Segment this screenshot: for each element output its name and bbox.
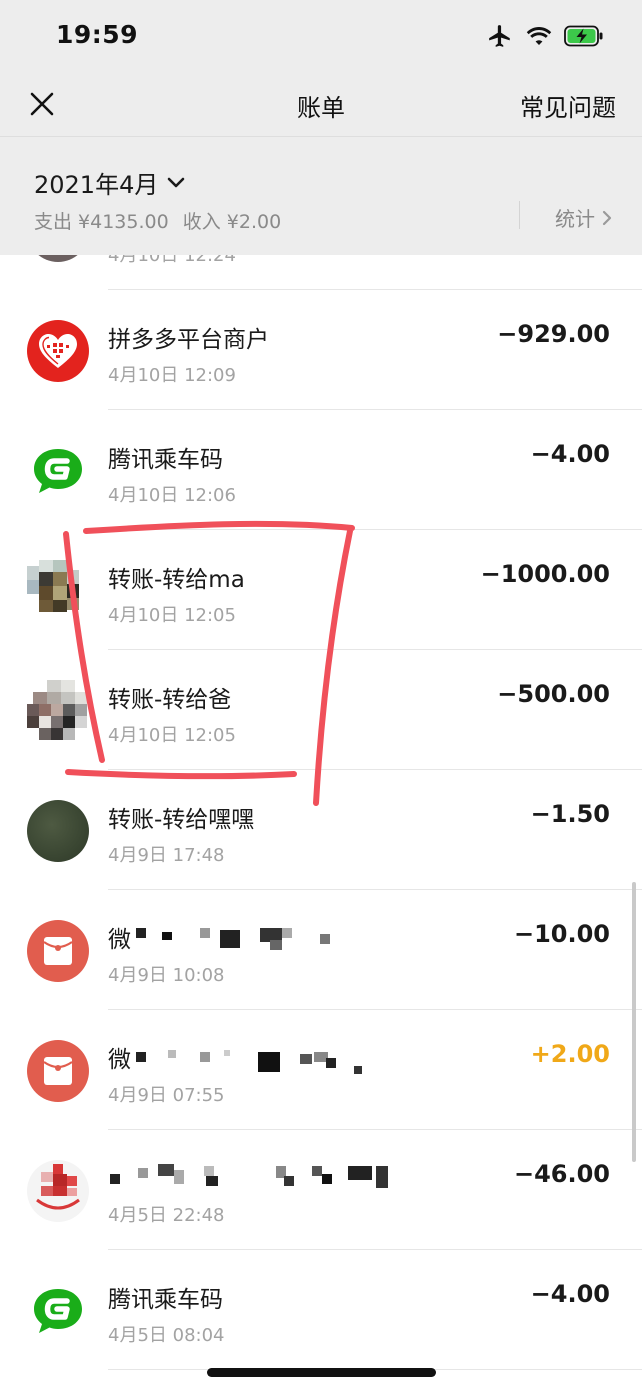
ride-code-icon [34,1289,82,1333]
transaction-row[interactable]: 微 4月9日 10:08 −10.00 [0,890,642,1010]
transaction-title: 转账-转给爸 [108,687,232,713]
expense-income-summary: 支出 ¥4135.00 收入 ¥2.00 [34,207,281,234]
transaction-row[interactable]: 转账-转给ma 4月10日 12:05 −1000.00 [0,530,642,650]
faq-button[interactable]: 常见问题 [520,88,616,123]
dark-green-avatar [27,800,89,862]
mosaic-avatar-icon [27,680,87,740]
pixelated-avatar [27,680,89,742]
scroll-indicator[interactable] [632,882,636,1162]
income-total: 收入 ¥2.00 [182,211,282,233]
transaction-list[interactable]: 4月10日 12:24 拼多多平台商户 4月10日 12:09 −929.00 … [0,170,642,1389]
transaction-amount: −4.00 [530,440,610,468]
home-indicator[interactable] [207,1368,436,1377]
transaction-amount: −500.00 [497,680,610,708]
pixelated-avatar [27,560,89,622]
envelope-icon [43,1057,73,1085]
month-selector[interactable]: 2021年4月 [34,165,186,200]
red-packet-icon [27,920,89,982]
transaction-title: 腾讯乘车码 [108,447,223,473]
close-button[interactable] [26,88,58,120]
transaction-amount: −1000.00 [480,560,610,588]
airplane-icon [489,25,510,47]
bill-summary-header: 2021年4月 支出 ¥4135.00 收入 ¥2.00 统计 [0,137,642,255]
stats-button[interactable]: 统计 [555,203,613,232]
transaction-amount: −1.50 [530,800,610,828]
bill-page: 19:59 账单 常见问题 4月10日 12:24 拼多多平台商户 4月10日 … [0,0,642,1389]
red-packet-icon [27,1040,89,1102]
expense-total: 支出 ¥4135.00 [34,211,169,233]
transaction-row[interactable]: 转账-转给嘿嘿 4月9日 17:48 −1.50 [0,770,642,890]
transaction-time: 4月10日 12:06 [108,485,236,506]
transaction-row[interactable]: 腾讯乘车码 4月5日 08:04 −4.00 [0,1250,642,1370]
transaction-amount: +2.00 [530,1040,610,1068]
nav-bar: 账单 常见问题 [0,70,642,137]
redacted-title-mosaic [128,1046,368,1080]
pixelated-logo [27,1160,89,1222]
transaction-amount: −10.00 [513,920,610,948]
transaction-time: 4月10日 12:05 [108,725,236,746]
transaction-amount: −4.00 [530,1280,610,1308]
wifi-icon [526,27,552,45]
envelope-icon [43,937,73,965]
mosaic-logo-icon [36,1164,80,1210]
transaction-title: 拼多多平台商户 [108,327,269,353]
transaction-time: 4月10日 12:09 [108,365,236,386]
transaction-row[interactable]: 腾讯乘车码 4月10日 12:06 −4.00 [0,410,642,530]
transaction-time: 4月5日 22:48 [108,1205,225,1226]
transaction-title: 转账-转给ma [108,567,245,593]
pinduoduo-logo [27,320,89,382]
heart-icon [39,334,77,368]
battery-charging-icon [564,25,603,47]
transaction-row[interactable]: 转账-转给爸 4月10日 12:05 −500.00 [0,650,642,770]
redacted-title-mosaic [128,922,348,956]
tencent-ride-code-logo [27,1280,89,1342]
transaction-title: 转账-转给嘿嘿 [108,807,255,833]
redacted-title-mosaic [108,1158,398,1198]
transaction-title: 腾讯乘车码 [108,1287,223,1313]
transaction-row[interactable]: 拼多多平台商户 4月10日 12:09 −929.00 [0,290,642,410]
transaction-time: 4月5日 08:04 [108,1325,225,1346]
transaction-time: 4月9日 07:55 [108,1085,225,1106]
ride-code-icon [34,449,82,493]
transaction-time: 4月9日 17:48 [108,845,225,866]
tencent-ride-code-logo [27,440,89,502]
transaction-time: 4月9日 10:08 [108,965,225,986]
transaction-row[interactable]: 4月5日 22:48 −46.00 [0,1130,642,1250]
transaction-row[interactable]: 微 4月9日 07:55 +2.00 [0,1010,642,1130]
transaction-amount: −929.00 [497,320,610,348]
transaction-amount: −46.00 [513,1160,610,1188]
chevron-right-icon [602,210,612,225]
chevron-down-icon [168,177,185,187]
status-time: 19:59 [56,20,139,49]
status-icons [486,22,604,50]
status-bar: 19:59 [0,0,642,70]
stats-label: 统计 [555,207,595,231]
mosaic-avatar-icon [27,560,79,612]
summary-divider [519,201,520,229]
month-label: 2021年4月 [34,171,159,199]
transaction-time: 4月10日 12:05 [108,605,236,626]
close-icon [30,92,54,116]
